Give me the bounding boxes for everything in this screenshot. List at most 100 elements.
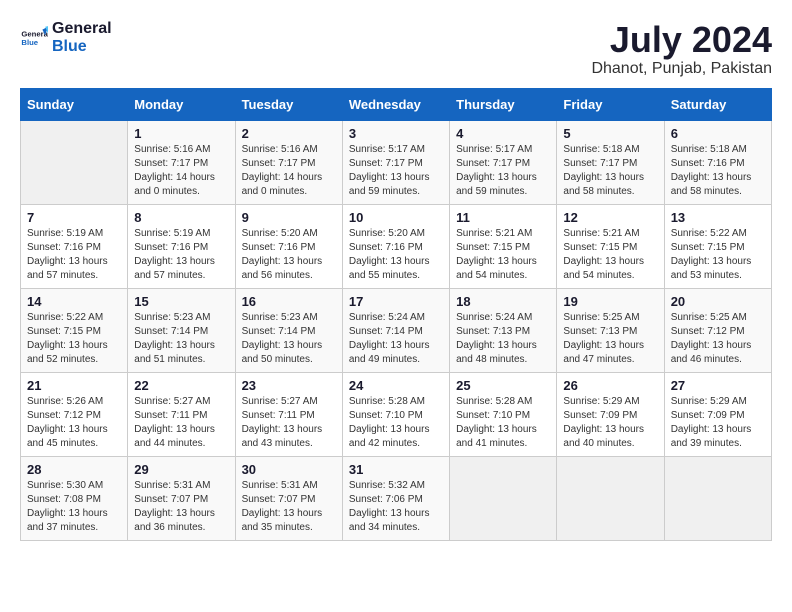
calendar-day-cell: 16 Sunrise: 5:23 AMSunset: 7:14 PMDayligh… [235, 288, 342, 372]
calendar-day-cell [450, 456, 557, 540]
calendar-day-cell: 4 Sunrise: 5:17 AMSunset: 7:17 PMDaylight… [450, 120, 557, 204]
location-title: Dhanot, Punjab, Pakistan [591, 60, 772, 78]
calendar-day-cell: 8 Sunrise: 5:19 AMSunset: 7:16 PMDaylight… [128, 204, 235, 288]
calendar-day-cell [21, 120, 128, 204]
day-number: 4 [456, 126, 550, 141]
weekday-header-cell: Monday [128, 88, 235, 120]
weekday-header-cell: Tuesday [235, 88, 342, 120]
day-info: Sunrise: 5:31 AMSunset: 7:07 PMDaylight:… [134, 479, 228, 535]
calendar-day-cell: 14 Sunrise: 5:22 AMSunset: 7:15 PMDayligh… [21, 288, 128, 372]
calendar-day-cell: 28 Sunrise: 5:30 AMSunset: 7:08 PMDayligh… [21, 456, 128, 540]
day-number: 29 [134, 462, 228, 477]
day-number: 28 [27, 462, 121, 477]
day-number: 3 [349, 126, 443, 141]
day-info: Sunrise: 5:28 AMSunset: 7:10 PMDaylight:… [456, 395, 550, 451]
day-number: 31 [349, 462, 443, 477]
day-number: 11 [456, 210, 550, 225]
calendar-day-cell [664, 456, 771, 540]
calendar-day-cell: 31 Sunrise: 5:32 AMSunset: 7:06 PMDayligh… [342, 456, 449, 540]
day-number: 8 [134, 210, 228, 225]
day-number: 13 [671, 210, 765, 225]
calendar-day-cell: 3 Sunrise: 5:17 AMSunset: 7:17 PMDaylight… [342, 120, 449, 204]
day-info: Sunrise: 5:32 AMSunset: 7:06 PMDaylight:… [349, 479, 443, 535]
day-info: Sunrise: 5:22 AMSunset: 7:15 PMDaylight:… [27, 311, 121, 367]
month-title: July 2024 [591, 20, 772, 60]
day-number: 19 [563, 294, 657, 309]
day-info: Sunrise: 5:20 AMSunset: 7:16 PMDaylight:… [349, 227, 443, 283]
day-number: 27 [671, 378, 765, 393]
calendar-day-cell: 5Sunrise: 5:18 AMSunset: 7:17 PMDaylight… [557, 120, 664, 204]
day-info: Sunrise: 5:24 AMSunset: 7:13 PMDaylight:… [456, 311, 550, 367]
day-info: Sunrise: 5:16 AMSunset: 7:17 PMDaylight:… [242, 143, 336, 199]
day-number: 26 [563, 378, 657, 393]
calendar-day-cell: 19Sunrise: 5:25 AMSunset: 7:13 PMDayligh… [557, 288, 664, 372]
calendar-day-cell: 11 Sunrise: 5:21 AMSunset: 7:15 PMDayligh… [450, 204, 557, 288]
weekday-header-cell: Wednesday [342, 88, 449, 120]
day-info: Sunrise: 5:19 AMSunset: 7:16 PMDaylight:… [27, 227, 121, 283]
logo-general-text: General [52, 20, 112, 38]
day-number: 22 [134, 378, 228, 393]
day-info: Sunrise: 5:22 AMSunset: 7:15 PMDaylight:… [671, 227, 765, 283]
calendar-day-cell: 9 Sunrise: 5:20 AMSunset: 7:16 PMDaylight… [235, 204, 342, 288]
weekday-header-cell: Friday [557, 88, 664, 120]
day-number: 6 [671, 126, 765, 141]
day-number: 10 [349, 210, 443, 225]
day-info: Sunrise: 5:19 AMSunset: 7:16 PMDaylight:… [134, 227, 228, 283]
calendar-week-row: 21Sunrise: 5:26 AMSunset: 7:12 PMDayligh… [21, 372, 772, 456]
day-info: Sunrise: 5:27 AMSunset: 7:11 PMDaylight:… [134, 395, 228, 451]
calendar-day-cell: 2 Sunrise: 5:16 AMSunset: 7:17 PMDaylight… [235, 120, 342, 204]
day-info: Sunrise: 5:23 AMSunset: 7:14 PMDaylight:… [242, 311, 336, 367]
weekday-header-cell: Thursday [450, 88, 557, 120]
day-info: Sunrise: 5:31 AMSunset: 7:07 PMDaylight:… [242, 479, 336, 535]
day-number: 20 [671, 294, 765, 309]
weekday-header-cell: Sunday [21, 88, 128, 120]
day-number: 14 [27, 294, 121, 309]
day-number: 2 [242, 126, 336, 141]
day-number: 21 [27, 378, 121, 393]
day-info: Sunrise: 5:29 AMSunset: 7:09 PMDaylight:… [563, 395, 657, 451]
weekday-header-cell: Saturday [664, 88, 771, 120]
calendar-week-row: 7Sunrise: 5:19 AMSunset: 7:16 PMDaylight… [21, 204, 772, 288]
day-number: 25 [456, 378, 550, 393]
calendar-day-cell: 18 Sunrise: 5:24 AMSunset: 7:13 PMDayligh… [450, 288, 557, 372]
day-info: Sunrise: 5:23 AMSunset: 7:14 PMDaylight:… [134, 311, 228, 367]
day-number: 23 [242, 378, 336, 393]
day-info: Sunrise: 5:20 AMSunset: 7:16 PMDaylight:… [242, 227, 336, 283]
day-info: Sunrise: 5:18 AMSunset: 7:16 PMDaylight:… [671, 143, 765, 199]
calendar-day-cell: 25 Sunrise: 5:28 AMSunset: 7:10 PMDayligh… [450, 372, 557, 456]
calendar-week-row: 28 Sunrise: 5:30 AMSunset: 7:08 PMDayligh… [21, 456, 772, 540]
calendar-day-cell: 26 Sunrise: 5:29 AMSunset: 7:09 PMDayligh… [557, 372, 664, 456]
day-number: 9 [242, 210, 336, 225]
day-number: 30 [242, 462, 336, 477]
header: General Blue General Blue July 2024 Dhan… [20, 20, 772, 78]
calendar-day-cell: 30 Sunrise: 5:31 AMSunset: 7:07 PMDayligh… [235, 456, 342, 540]
day-info: Sunrise: 5:17 AMSunset: 7:17 PMDaylight:… [349, 143, 443, 199]
day-info: Sunrise: 5:21 AMSunset: 7:15 PMDaylight:… [563, 227, 657, 283]
day-info: Sunrise: 5:18 AMSunset: 7:17 PMDaylight:… [563, 143, 657, 199]
day-info: Sunrise: 5:29 AMSunset: 7:09 PMDaylight:… [671, 395, 765, 451]
day-number: 24 [349, 378, 443, 393]
logo-blue-text: Blue [52, 38, 112, 56]
title-area: July 2024 Dhanot, Punjab, Pakistan [591, 20, 772, 78]
day-number: 18 [456, 294, 550, 309]
calendar-day-cell: 22 Sunrise: 5:27 AMSunset: 7:11 PMDayligh… [128, 372, 235, 456]
calendar-day-cell [557, 456, 664, 540]
day-info: Sunrise: 5:24 AMSunset: 7:14 PMDaylight:… [349, 311, 443, 367]
day-info: Sunrise: 5:16 AMSunset: 7:17 PMDaylight:… [134, 143, 228, 199]
day-number: 16 [242, 294, 336, 309]
day-info: Sunrise: 5:21 AMSunset: 7:15 PMDaylight:… [456, 227, 550, 283]
day-number: 1 [134, 126, 228, 141]
calendar-table: SundayMondayTuesdayWednesdayThursdayFrid… [20, 88, 772, 541]
calendar-day-cell: 24 Sunrise: 5:28 AMSunset: 7:10 PMDayligh… [342, 372, 449, 456]
calendar-day-cell: 6 Sunrise: 5:18 AMSunset: 7:16 PMDaylight… [664, 120, 771, 204]
calendar-day-cell: 21Sunrise: 5:26 AMSunset: 7:12 PMDayligh… [21, 372, 128, 456]
calendar-day-cell: 1 Sunrise: 5:16 AMSunset: 7:17 PMDaylight… [128, 120, 235, 204]
day-info: Sunrise: 5:28 AMSunset: 7:10 PMDaylight:… [349, 395, 443, 451]
calendar-day-cell: 12 Sunrise: 5:21 AMSunset: 7:15 PMDayligh… [557, 204, 664, 288]
day-info: Sunrise: 5:30 AMSunset: 7:08 PMDaylight:… [27, 479, 121, 535]
day-number: 12 [563, 210, 657, 225]
logo: General Blue General Blue [20, 20, 112, 55]
day-number: 15 [134, 294, 228, 309]
calendar-day-cell: 17Sunrise: 5:24 AMSunset: 7:14 PMDayligh… [342, 288, 449, 372]
day-info: Sunrise: 5:17 AMSunset: 7:17 PMDaylight:… [456, 143, 550, 199]
